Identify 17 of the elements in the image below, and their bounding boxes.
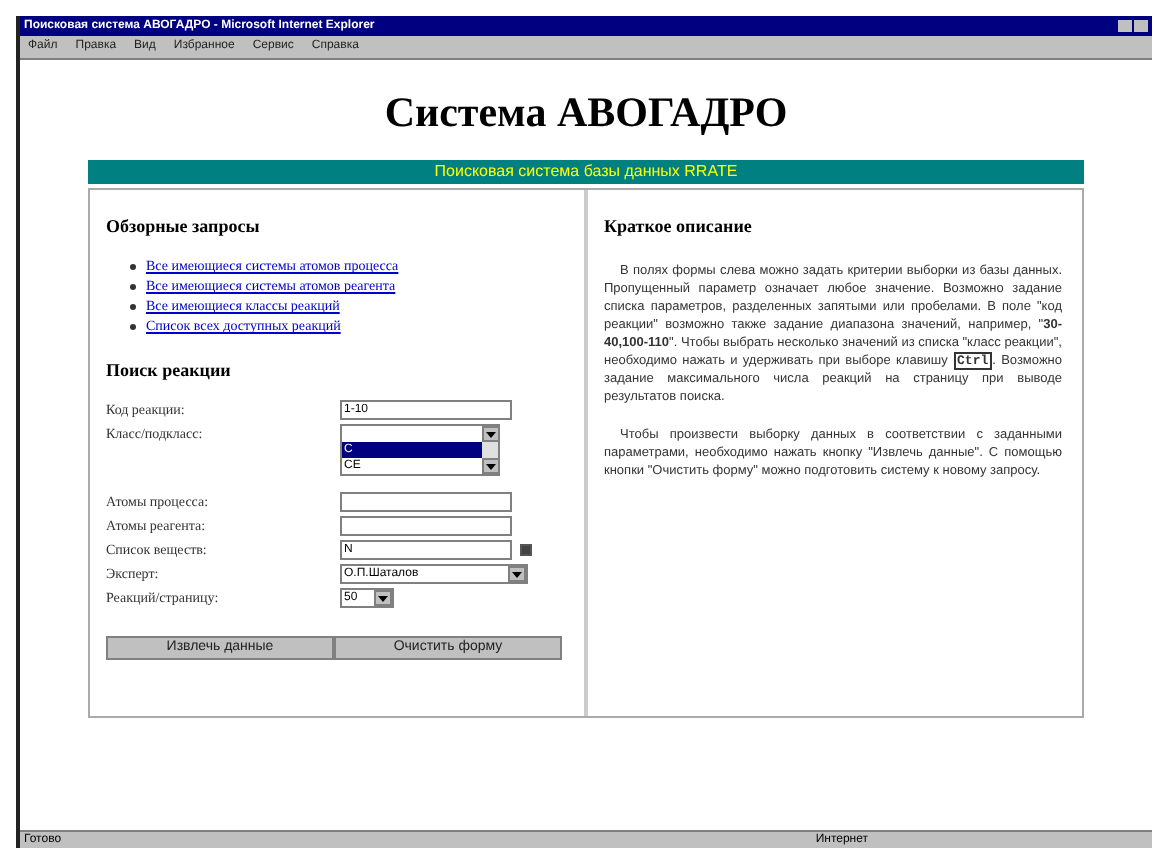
page-title: Система АВОГАДРО [384,92,788,134]
checkbox[interactable] [520,544,532,556]
text-field[interactable] [340,516,512,536]
dropdown-arrow-icon[interactable] [482,426,500,442]
text-field[interactable] [340,492,512,512]
bullet-icon [130,324,136,330]
bullet-icon [130,264,136,270]
section-heading: Обзорные запросы [106,214,262,240]
bullet-icon [130,304,136,310]
dropdown-arrow-icon[interactable] [374,590,392,606]
section-heading: Краткое описание [604,214,754,240]
bullet-icon [130,284,136,290]
dropdown-arrow-icon[interactable] [482,458,500,474]
section-heading: Поиск реакции [106,357,233,384]
banner: Поисковая система базы данных RRATE [88,160,1084,184]
dropdown-arrow-icon[interactable] [508,566,526,582]
scrollbar[interactable] [482,426,498,474]
